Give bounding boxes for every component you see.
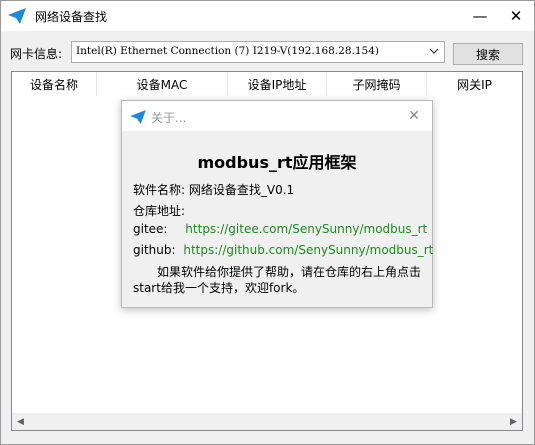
about-title: 关于... [151, 111, 187, 125]
title-bar: 网络设备查找 — ✕ [1, 1, 534, 31]
about-close-button[interactable]: ✕ [400, 103, 428, 129]
paper-plane-icon [130, 110, 146, 124]
about-dialog: 关于... ✕ modbus_rt应用框架 软件名称: 网络设备查找_V0.1 … [121, 100, 433, 308]
github-row: github: https://github.com/SenySunny/mod… [133, 243, 433, 257]
gitee-link[interactable]: https://gitee.com/SenySunny/modbus_rt [185, 222, 427, 236]
toolbar: 网卡信息: Intel(R) Ethernet Connection (7) I… [1, 41, 534, 65]
close-icon: ✕ [408, 108, 420, 124]
column-header-device-mac[interactable]: 设备MAC [97, 72, 228, 96]
paper-plane-icon [8, 8, 26, 24]
main-window: 网络设备查找 — ✕ 网卡信息: Intel(R) Ethernet Conne… [0, 0, 535, 445]
software-name-line: 软件名称: 网络设备查找_V0.1 [133, 183, 295, 197]
minimize-button[interactable]: — [462, 1, 498, 31]
nic-select[interactable]: Intel(R) Ethernet Connection (7) I219-V(… [71, 41, 445, 63]
gitee-row: gitee: https://gitee.com/SenySunny/modbu… [133, 222, 427, 236]
column-header-subnet-mask[interactable]: 子网掩码 [327, 72, 427, 96]
chevron-right-icon[interactable]: ▶ [505, 413, 522, 430]
about-description: 如果软件给你提供了帮助，请在仓库的右上角点击start给我一个支持，欢迎fork… [133, 265, 422, 295]
chevron-left-icon[interactable]: ◀ [12, 413, 29, 430]
github-link[interactable]: https://github.com/SenySunny/modbus_rt [183, 243, 433, 257]
minimize-icon: — [472, 7, 488, 25]
nic-label: 网卡信息: [10, 47, 63, 61]
list-header: 设备名称 设备MAC 设备IP地址 子网掩码 网关IP [12, 72, 522, 96]
column-header-device-ip[interactable]: 设备IP地址 [228, 72, 327, 96]
about-heading: modbus_rt应用框架 [197, 153, 357, 172]
search-button[interactable]: 搜索 [453, 43, 523, 65]
column-header-device-name[interactable]: 设备名称 [12, 72, 97, 96]
close-icon: ✕ [509, 7, 523, 25]
gitee-label: gitee: [133, 222, 168, 236]
column-header-gateway-ip[interactable]: 网关IP [427, 72, 522, 96]
nic-select-value: Intel(R) Ethernet Connection (7) I219-V(… [76, 45, 379, 57]
chevron-down-icon [427, 44, 441, 58]
github-label: github: [133, 243, 176, 257]
repo-label: 仓库地址: [133, 204, 186, 218]
horizontal-scrollbar[interactable]: ◀ ▶ [12, 413, 522, 430]
close-button[interactable]: ✕ [498, 1, 534, 31]
window-title: 网络设备查找 [35, 10, 108, 24]
about-title-bar: 关于... ✕ [122, 101, 432, 131]
